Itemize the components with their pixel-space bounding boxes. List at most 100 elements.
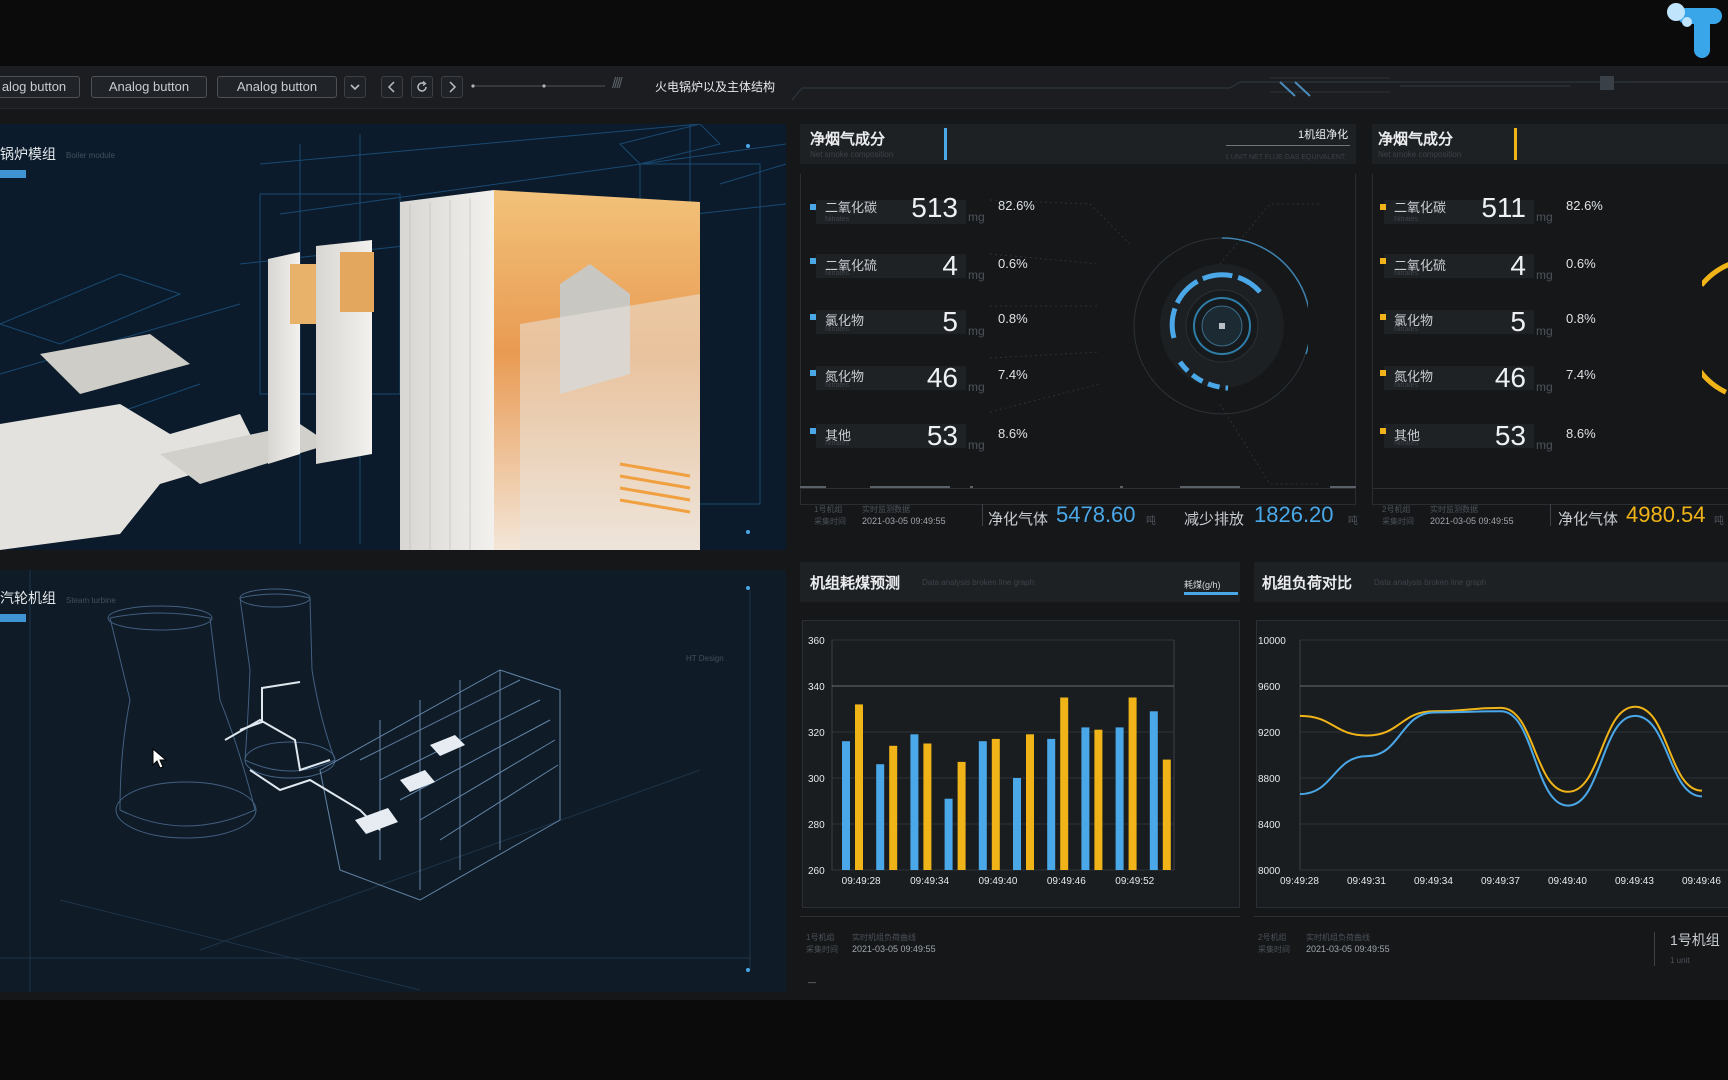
load-y-tick: 8400 [1258,820,1281,831]
footer-data-label: 实时监测数据 [1430,505,1478,514]
load-series-line [1299,710,1703,807]
coal-bar [991,738,1000,870]
footer-label-1: 净化气体 [988,511,1049,528]
load-x-tick: 09:49:34 [1414,876,1453,887]
turbine-design-tag: HT Design [686,654,724,663]
load-x-tick: 09:49:31 [1347,876,1386,887]
boiler-3d-view[interactable]: 锅炉模组 Boiler module [0,124,786,550]
footer-label-2: 减少排放 [1184,511,1245,528]
analog-button-3[interactable]: Analog button [217,76,337,98]
row-label: 二氧化碳 [825,200,878,215]
footer-timestamp: 2021-03-05 09:49:55 [862,516,946,526]
load-footer-sep [1654,932,1655,966]
turbine-3d-view[interactable]: 汽轮机组 Steam turbine HT Design [0,570,786,992]
row-bullet [810,370,816,376]
load-y-tick: 8800 [1258,774,1281,785]
row-unit: mg [1536,438,1553,452]
footer-timestamp: 2021-03-05 09:49:55 [1430,516,1514,526]
coal-footer-divider [800,916,1240,917]
coal-footer-unit: 1号机组 [806,933,835,942]
footer-divider [1372,488,1728,489]
toolbar: alog button Analog button Analog button … [0,66,1728,109]
row-bullet [1380,428,1386,434]
load-y-tick: 9200 [1258,728,1281,739]
row-label: 二氧化碳 [1394,200,1447,215]
row-percent: 0.6% [1566,256,1596,271]
row-percent: 82.6% [1566,198,1603,213]
footer-data-label: 实时监测数据 [862,505,910,514]
footer-unit-label: 2号机组 [1382,505,1411,514]
row-percent: 82.6% [998,198,1035,213]
row-unit: mg [968,380,985,394]
coal-bar [1149,711,1158,870]
refresh-icon[interactable] [411,76,433,98]
footer-label-1: 净化气体 [1558,511,1619,528]
row-value: 511 [1481,192,1526,223]
row-sublabel: Nitrates [825,326,850,333]
top-letterbox [0,0,1728,66]
flue-gas-subtitle: Net smoke composition [810,150,894,159]
coal-bar [1081,727,1090,870]
footer-sep [1550,504,1551,526]
load-footer-data-label: 实时机组负荷曲线 [1306,933,1370,942]
prev-icon[interactable] [381,76,403,98]
row-bullet [1380,370,1386,376]
unit-badge: 1机组净化 [1298,129,1349,141]
turbine-panel-subtitle: Steam turbine [66,596,116,605]
turbine-wireframe-illustration [0,570,786,992]
row-unit: mg [1536,210,1553,224]
coal-bar [923,743,932,870]
analog-button-2[interactable]: Analog button [91,76,207,98]
coal-chart-title: 机组耗煤预测 [810,575,901,592]
load-x-tick: 09:49:28 [1280,876,1319,887]
coal-bar [1026,734,1034,870]
row-sublabel: Nitrates [1394,270,1419,277]
footer-ticks [800,486,1356,488]
coal-y-tick: 320 [808,728,825,739]
row-value: 46 [1494,362,1526,393]
row-value: 53 [926,420,958,451]
row-bullet [810,204,816,210]
coal-y-tick: 300 [808,774,825,785]
row-percent: 0.8% [998,311,1028,326]
load-line-chart: 8000 8400 8800 9200 9600 10000 09:49:28 09:49:3… [1258,636,1728,887]
row-unit: mg [1536,268,1553,282]
next-icon[interactable] [441,76,463,98]
coal-footer-data-label: 实时机组负荷曲线 [852,933,916,942]
coal-y-tick: 280 [808,820,825,831]
bottom-letterbox [0,1000,1728,1080]
dropdown-chevron-icon[interactable] [344,76,366,98]
coal-x-tick: 09:49:46 [1047,876,1086,887]
turbine-panel-tag [0,614,26,622]
coal-x-tick: 09:49:34 [910,876,949,887]
row-percent: 7.4% [998,367,1028,382]
load-x-tick: 09:49:46 [1682,876,1721,887]
coal-bar [910,734,919,870]
flue-gas-title: 净烟气成分 [810,131,886,148]
coal-legend-label: 耗煤(g/h) [1184,580,1221,590]
row-value: 5 [1510,306,1526,337]
analog-button-1[interactable]: alog button [0,76,80,98]
row-percent: 8.6% [1566,426,1596,441]
footer-value-1: 5478.60 [1056,502,1136,527]
load-footer-unit: 2号机组 [1258,933,1287,942]
row-value: 46 [926,362,958,393]
row-percent: 8.6% [998,426,1028,441]
load-series-line [1299,705,1703,793]
load-y-tick: 8000 [1258,866,1281,877]
load-x-tick: 09:49:37 [1481,876,1520,887]
load-footer-time-label: 采集时间 [1258,945,1290,954]
row-sublabel: Nitrates [1394,326,1419,333]
flue-gas-card-unit1: 净烟气成分 Net smoke composition 1机组净化 1 UNIT… [800,124,1358,540]
mouse-cursor-icon [152,748,168,769]
toolbar-title: 火电锅炉以及主体结构 [655,80,776,94]
coal-chart-subtitle: Data analysis broken line graph [922,578,1035,587]
coal-footer-note: — [808,978,816,987]
row-value: 4 [1510,250,1526,281]
boiler-panel-title: 锅炉模组 [0,146,56,162]
slider-track[interactable] [470,78,610,94]
load-footer-divider [1254,916,1728,917]
unit-badge-sub: 1 UNIT NET FLUE GAS EQUIVALENT [1225,154,1346,161]
coal-bar [1013,778,1021,870]
row-percent: 0.6% [998,256,1028,271]
